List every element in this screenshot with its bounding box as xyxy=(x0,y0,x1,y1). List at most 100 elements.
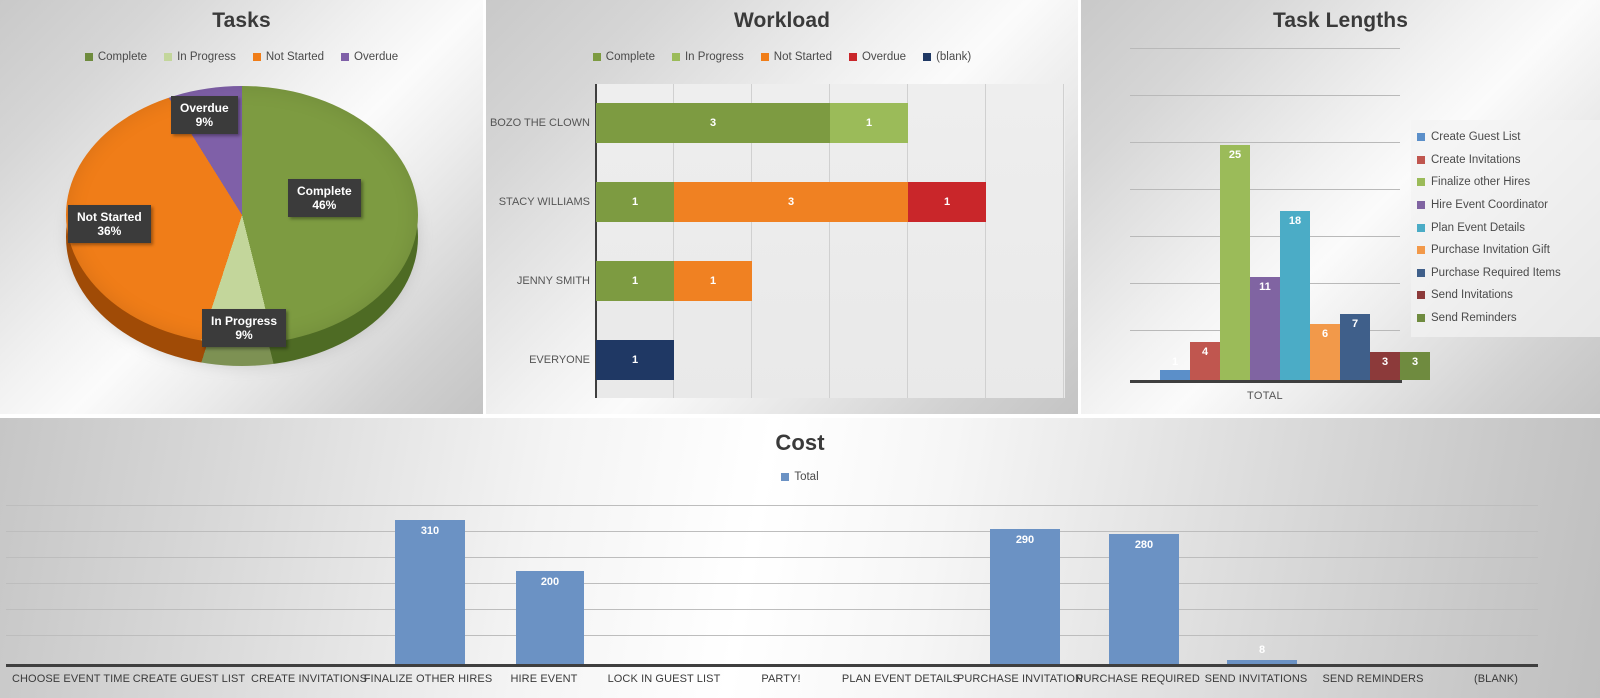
tasks-chart-panel[interactable]: Tasks Complete In Progress Not Started O… xyxy=(0,0,483,414)
legend-item-purchase-required-items[interactable]: Purchase Required Items xyxy=(1417,262,1600,285)
legend-swatch-send-reminders xyxy=(1417,314,1425,323)
bar-segment-complete[interactable]: 3 xyxy=(596,103,830,143)
gridline xyxy=(6,557,1538,558)
legend-item-complete[interactable]: Complete xyxy=(592,51,655,63)
panel-divider-vertical-2 xyxy=(1078,0,1081,414)
bar-segment-complete[interactable]: 1 xyxy=(596,182,674,222)
gridline xyxy=(6,609,1538,610)
task-lengths-plot-area[interactable]: 1 4 25 11 18 6 7 3 3 xyxy=(1130,48,1430,383)
bar-purchase-required-items[interactable]: 7 xyxy=(1340,314,1370,380)
legend-swatch-total xyxy=(781,473,790,481)
workload-legend[interactable]: Complete In Progress Not Started Overdue… xyxy=(486,51,1078,63)
legend-item-not-started[interactable]: Not Started xyxy=(760,51,832,63)
legend-swatch-in-progress xyxy=(164,53,173,61)
workload-bar-jenny-smith[interactable]: 1 1 xyxy=(596,261,752,301)
bar-segment-blank[interactable]: 1 xyxy=(596,340,674,380)
cost-legend[interactable]: Total xyxy=(0,471,1600,483)
legend-label-not-started: Not Started xyxy=(265,51,325,63)
legend-item-send-invitations[interactable]: Send Invitations xyxy=(1417,284,1600,307)
cost-cat-6: PARTY! xyxy=(761,673,801,685)
legend-swatch-send-invitations xyxy=(1417,291,1425,300)
workload-cat-0: BOZO THE CLOWN xyxy=(489,117,590,129)
bar-hire-event-coordinator[interactable]: 11 xyxy=(1250,277,1280,380)
legend-swatch-create-invitations xyxy=(1417,155,1425,164)
bar-value: 280 xyxy=(1134,539,1154,551)
legend-label: Purchase Required Items xyxy=(1431,266,1561,279)
legend-item-blank[interactable]: (blank) xyxy=(923,51,971,63)
task-lengths-legend[interactable]: Create Guest List Create Invitations Fin… xyxy=(1411,120,1600,338)
cost-chart-title: Cost xyxy=(775,430,825,455)
bar-purchase-required[interactable]: 280 xyxy=(1109,534,1179,664)
legend-label: Send Invitations xyxy=(1431,289,1513,302)
legend-swatch-complete xyxy=(84,53,93,61)
legend-label: Send Reminders xyxy=(1431,312,1517,325)
bar-finalize-other-hires[interactable]: 310 xyxy=(395,520,465,664)
legend-item-complete[interactable]: Complete xyxy=(84,51,147,63)
workload-bar-stacy-williams[interactable]: 1 3 1 xyxy=(596,182,986,222)
legend-swatch-hire-event-coordinator xyxy=(1417,201,1425,210)
cost-cat-9: PURCHASE REQUIRED xyxy=(1076,673,1200,685)
legend-label: Purchase Invitation Gift xyxy=(1431,244,1550,257)
legend-label: Create Guest List xyxy=(1431,131,1521,144)
bar-send-invitations[interactable]: 8 xyxy=(1227,644,1297,664)
legend-item-hire-event-coordinator[interactable]: Hire Event Coordinator xyxy=(1417,194,1600,217)
cost-chart-panel[interactable]: Cost Total 310 200 290 280 8 CHOOSE EVEN… xyxy=(0,418,1600,698)
legend-label: Finalize other Hires xyxy=(1431,176,1531,189)
legend-swatch-overdue xyxy=(848,53,857,61)
bar-segment-in-progress[interactable]: 1 xyxy=(830,103,908,143)
workload-bar-everyone[interactable]: 1 xyxy=(596,340,674,380)
cost-category-labels: CHOOSE EVENT TIME CREATE GUEST LIST CREA… xyxy=(0,673,1600,697)
cost-cat-2: CREATE INVITATIONS xyxy=(250,673,368,685)
legend-item-send-reminders[interactable]: Send Reminders xyxy=(1417,307,1600,330)
legend-label: Hire Event Coordinator xyxy=(1431,199,1548,212)
dashboard: Tasks Complete In Progress Not Started O… xyxy=(0,0,1600,698)
bar-hire-event[interactable]: 200 xyxy=(516,571,584,664)
gridline xyxy=(6,505,1538,506)
workload-category-axis: BOZO THE CLOWN STACY WILLIAMS JENNY SMIT… xyxy=(486,84,590,398)
bar-segment-not-started[interactable]: 3 xyxy=(674,182,908,222)
workload-bar-bozo-the-clown[interactable]: 3 1 xyxy=(596,103,908,143)
task-lengths-chart-title: Task Lengths xyxy=(1272,9,1408,32)
legend-item-purchase-invitation-gift[interactable]: Purchase Invitation Gift xyxy=(1417,239,1600,262)
bar-value: 25 xyxy=(1228,149,1242,161)
legend-label-in-progress: In Progress xyxy=(177,51,236,63)
workload-chart-panel[interactable]: Workload Complete In Progress Not Starte… xyxy=(486,0,1078,414)
bar-send-invitations[interactable]: 3 xyxy=(1370,352,1400,380)
bar-finalize-other-hires[interactable]: 25 xyxy=(1220,145,1250,380)
legend-item-overdue[interactable]: Overdue xyxy=(848,51,906,63)
legend-item-total[interactable]: Total xyxy=(781,471,819,483)
bar-plan-event-details[interactable]: 18 xyxy=(1280,211,1310,380)
cost-plot-area[interactable]: 310 200 290 280 8 xyxy=(6,505,1538,667)
panel-divider-horizontal xyxy=(0,414,1600,418)
bar-create-invitations[interactable]: 4 xyxy=(1190,342,1220,380)
workload-plot-area[interactable]: 3 1 1 3 1 1 1 1 xyxy=(595,84,1065,398)
legend-item-create-invitations[interactable]: Create Invitations xyxy=(1417,149,1600,172)
tasks-chart-title: Tasks xyxy=(212,9,271,32)
legend-item-in-progress[interactable]: In Progress xyxy=(164,51,236,63)
legend-item-create-guest-list[interactable]: Create Guest List xyxy=(1417,126,1600,149)
legend-item-plan-event-details[interactable]: Plan Event Details xyxy=(1417,216,1600,239)
bar-send-reminders[interactable]: 3 xyxy=(1400,352,1430,380)
bar-create-guest-list[interactable]: 1 xyxy=(1160,356,1190,380)
legend-label: Plan Event Details xyxy=(1431,221,1525,234)
bar-value: 1 xyxy=(1171,356,1179,368)
legend-item-in-progress[interactable]: In Progress xyxy=(671,51,744,63)
legend-item-overdue[interactable]: Overdue xyxy=(341,51,398,63)
bar-purchase-invitation-gift[interactable]: 6 xyxy=(1310,324,1340,380)
bar-segment-complete[interactable]: 1 xyxy=(596,261,674,301)
bar-purchase-invitation[interactable]: 290 xyxy=(990,529,1060,664)
bar-value: 8 xyxy=(1258,644,1266,656)
tasks-legend[interactable]: Complete In Progress Not Started Overdue xyxy=(0,51,483,63)
gridline xyxy=(1130,48,1400,49)
bar-segment-overdue[interactable]: 1 xyxy=(908,182,986,222)
legend-item-not-started[interactable]: Not Started xyxy=(252,51,325,63)
gridline xyxy=(1130,95,1400,96)
legend-item-finalize-other-hires[interactable]: Finalize other Hires xyxy=(1417,171,1600,194)
cost-category-axis xyxy=(6,664,1538,667)
legend-swatch-overdue xyxy=(341,53,350,61)
bar-segment-not-started[interactable]: 1 xyxy=(674,261,752,301)
task-lengths-chart-panel[interactable]: Task Lengths 1 4 25 11 18 6 7 3 3 TOTAL … xyxy=(1081,0,1600,414)
bar-value: 290 xyxy=(1015,534,1035,546)
tasks-pie[interactable]: Overdue 9% Complete 46% Not Started 36% … xyxy=(58,78,428,388)
task-lengths-category-axis xyxy=(1130,380,1402,383)
